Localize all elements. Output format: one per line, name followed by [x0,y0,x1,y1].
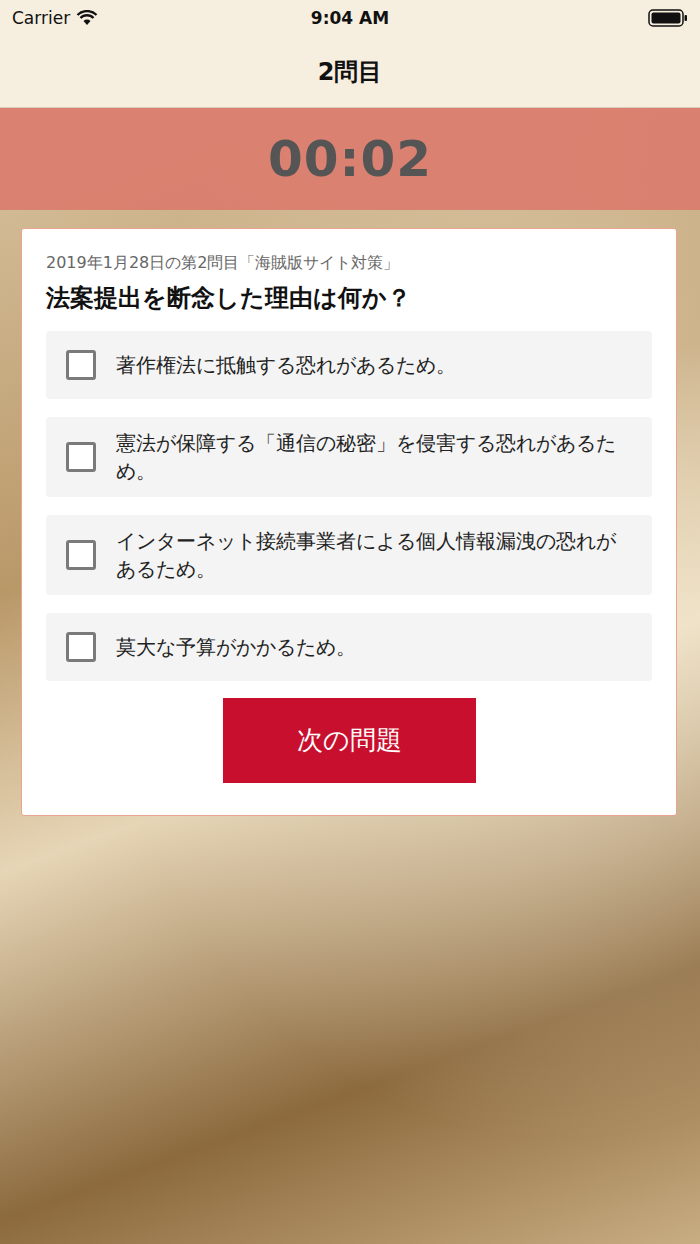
quiz-screen: Carrier 9:04 AM 2問目 00:02 2019年1月28日の第2問目「海賊… [0,0,700,1244]
timer: 00:02 [268,130,432,188]
carrier: Carrier [12,8,70,28]
nav-title: 2問目 [318,56,383,88]
battery-icon [648,9,688,27]
question-card: 2019年1月28日の第2問目「海賊版サイト対策」法案提出を断念した理由は何か？… [21,228,677,816]
next-button[interactable]: 次の問題 [223,698,476,783]
question-subtitle: 2019年1月28日の第2問目「海賊版サイト対策」 [46,249,652,277]
background-photo: 00:02 2019年1月28日の第2問目「海賊版サイト対策」法案提出を断念した理… [0,108,700,1244]
status-time: 9:04 AM [311,8,389,28]
checkbox[interactable] [66,442,96,472]
checkbox[interactable] [66,350,96,380]
status-left: Carrier [12,8,311,28]
status-bar: Carrier 9:04 AM [0,0,700,36]
option-row[interactable]: 莫大な予算がかかるため。 [46,613,652,681]
option-row[interactable]: インターネット接続事業者による個人情報漏洩の恐れがあるため。 [46,515,652,595]
wifi-icon [76,10,98,26]
button-row: 次の問題 [46,698,652,783]
option-list: 著作権法に抵触する恐れがあるため。憲法が保障する「通信の秘密」を侵害する恐れがあ… [46,331,652,681]
option-row[interactable]: 憲法が保障する「通信の秘密」を侵害する恐れがあるため。 [46,417,652,497]
checkbox[interactable] [66,632,96,662]
option-label: インターネット接続事業者による個人情報漏洩の恐れがあるため。 [116,527,628,583]
header: Carrier 9:04 AM 2問目 [0,0,700,108]
nav-bar: 2問目 [0,36,700,107]
timer-band: 00:02 [0,108,700,210]
status-right [389,9,688,27]
question-text: 法案提出を断念した理由は何か？ [46,281,652,315]
option-row[interactable]: 著作権法に抵触する恐れがあるため。 [46,331,652,399]
option-label: 憲法が保障する「通信の秘密」を侵害する恐れがあるため。 [116,429,628,485]
checkbox[interactable] [66,540,96,570]
option-label: 著作権法に抵触する恐れがあるため。 [116,351,456,379]
option-label: 莫大な予算がかかるため。 [116,633,356,661]
card-wrap: 2019年1月28日の第2問目「海賊版サイト対策」法案提出を断念した理由は何か？… [0,210,700,816]
